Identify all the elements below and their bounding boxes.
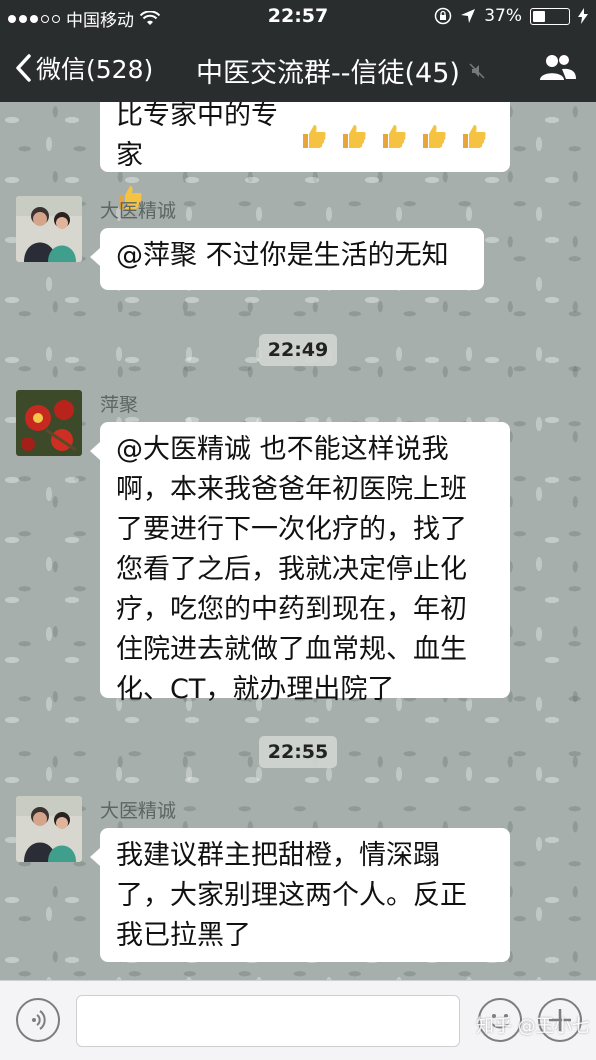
mute-icon <box>469 62 485 79</box>
thumbs-up-icon <box>420 122 448 150</box>
group-members-icon[interactable] <box>538 52 578 82</box>
location-arrow-icon <box>461 9 476 23</box>
message-line: 我建议群主把甜橙，情深蹋 <box>116 840 440 871</box>
sender-name: 大医精诚 <box>100 800 177 822</box>
sender-name: 大医精诚 <box>100 200 177 222</box>
message-line: 啊，本来我爸爸年初医院上班 <box>116 474 467 505</box>
message-line: 化、CT，就办理出院了 <box>116 674 395 705</box>
nav-bar: 微信(528) 中医交流群--信徒(45) <box>0 32 596 102</box>
time-separator-label: 22:49 <box>258 334 338 366</box>
message-input[interactable] <box>76 995 460 1047</box>
thumbs-up-icon <box>340 122 368 150</box>
thumbs-up-icon <box>380 122 408 150</box>
message-text: @萍聚 不过你是生活的无知 <box>116 240 449 271</box>
message-line: @大医精诚 也不能这样说我 <box>116 434 449 465</box>
time-separator: 22:55 <box>0 736 596 768</box>
battery-fill <box>533 10 546 22</box>
time-separator: 22:49 <box>0 334 596 366</box>
message-line: 我已拉黑了 <box>116 920 251 951</box>
back-button[interactable]: 微信(528) <box>14 50 153 86</box>
message-line: 了，大家别理这两个人。反正 <box>116 880 467 911</box>
avatar[interactable] <box>16 196 82 262</box>
voice-button[interactable] <box>16 998 60 1042</box>
back-chevron-icon <box>16 54 31 82</box>
message-bubble[interactable]: @萍聚 不过你是生活的无知 <box>90 228 484 290</box>
voice-icon <box>32 1010 46 1030</box>
time-separator-label: 22:55 <box>258 736 338 768</box>
chat-area[interactable]: 比专家中的专家 大医精诚 @萍聚 不过你是生活的无知 22:49 萍聚 @大医精… <box>0 102 596 980</box>
status-right: 37% <box>434 6 588 26</box>
battery-icon <box>530 7 570 25</box>
battery-percent: 37% <box>484 6 522 26</box>
message-line: 住院进去就做了血常规、血生 <box>116 634 467 665</box>
message-bubble[interactable]: 我建议群主把甜橙，情深蹋 了，大家别理这两个人。反正 我已拉黑了 <box>90 828 510 962</box>
watermark: 知乎 @玉小七 <box>476 1016 590 1037</box>
message-bubble[interactable]: @大医精诚 也不能这样说我 啊，本来我爸爸年初医院上班 了要进行下一次化疗的，找… <box>90 422 510 705</box>
sender-name: 萍聚 <box>100 394 139 416</box>
message-line: 了要进行下一次化疗的，找了 <box>116 514 467 545</box>
avatar[interactable] <box>16 796 82 862</box>
message-line: 比专家中的专家 <box>116 102 494 176</box>
message-line: 您看了之后，我就决定停止化 <box>116 554 467 585</box>
thumbs-up-icon <box>300 122 328 150</box>
message-line: 疗，吃您的中药到现在，年初 <box>116 594 467 625</box>
chat-title-text: 中医交流群--信徒(45) <box>196 58 460 89</box>
status-bar: 中国移动 22:57 37% <box>0 0 596 32</box>
thumbs-up-icon <box>460 122 488 150</box>
back-label: 微信(528) <box>36 55 154 84</box>
chat-title: 中医交流群--信徒(45) <box>196 51 486 90</box>
message-text: 比专家中的专家 <box>116 102 278 171</box>
lock-rotation-icon <box>434 7 452 25</box>
avatar[interactable] <box>16 390 82 456</box>
message-bubble[interactable]: 比专家中的专家 <box>100 102 510 209</box>
charging-icon <box>578 8 588 24</box>
